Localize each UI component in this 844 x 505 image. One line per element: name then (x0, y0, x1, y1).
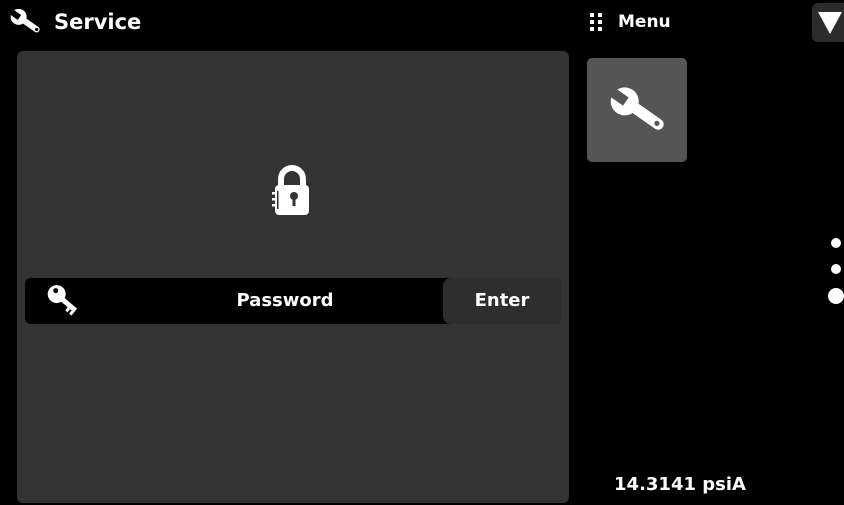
wrench-icon (602, 85, 672, 135)
page-title: Service (8, 6, 141, 38)
menu-button[interactable]: Menu (590, 6, 671, 38)
pressure-reading: 14.3141 psiA (614, 474, 746, 495)
triangle-down-icon (818, 11, 842, 34)
login-panel: Password Enter (17, 51, 569, 503)
dropdown-button[interactable] (812, 3, 844, 42)
menu-label: Menu (618, 12, 671, 32)
password-field[interactable]: Password Enter (25, 278, 561, 324)
service-tile[interactable] (587, 58, 687, 162)
password-placeholder: Password (236, 290, 334, 311)
page-dot-3-active[interactable] (828, 288, 844, 304)
key-icon (45, 284, 85, 318)
padlock-icon (272, 165, 312, 217)
enter-button[interactable]: Enter (443, 278, 561, 324)
wrench-icon (8, 8, 44, 36)
page-dot-2[interactable] (831, 264, 841, 274)
page-indicator (828, 236, 844, 308)
page-title-label: Service (54, 10, 142, 34)
page-dot-1[interactable] (831, 238, 841, 248)
service-screen: Service Menu Password Enter 14.3141 psiA (0, 0, 844, 505)
grip-icon (590, 13, 602, 31)
